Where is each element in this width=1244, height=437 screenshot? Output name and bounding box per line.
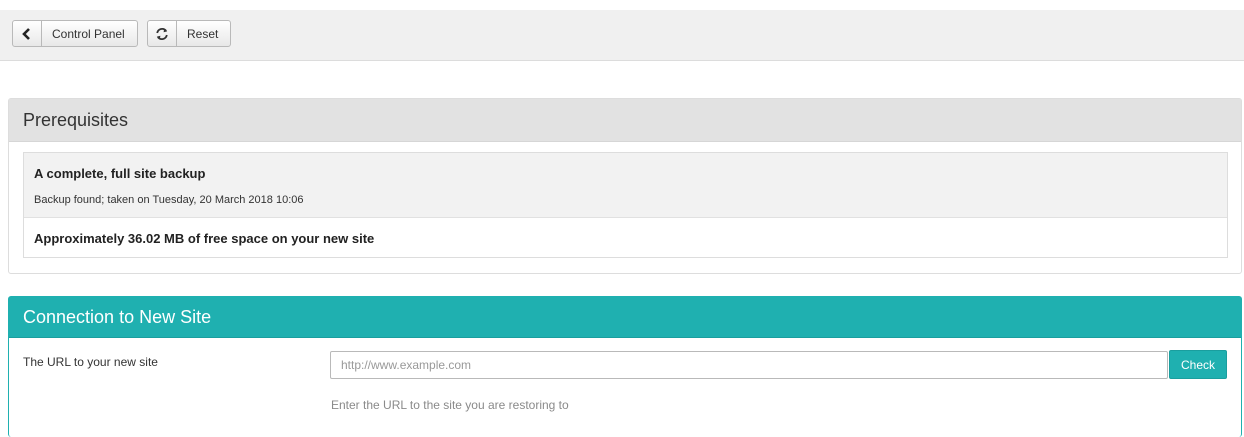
list-item: Approximately 36.02 MB of free space on …: [24, 218, 1227, 257]
backup-heading: A complete, full site backup: [34, 166, 206, 181]
prerequisites-title: Prerequisites: [9, 99, 1241, 142]
list-item: A complete, full site backup Backup foun…: [24, 153, 1227, 218]
free-space-heading: Approximately 36.02 MB of free space on …: [34, 231, 375, 246]
control-panel-button[interactable]: Control Panel: [12, 20, 138, 47]
prerequisites-list: A complete, full site backup Backup foun…: [23, 152, 1228, 258]
control-panel-label: Control Panel: [52, 26, 125, 41]
toolbar: Control Panel Reset: [0, 10, 1244, 61]
check-button[interactable]: Check: [1169, 350, 1227, 379]
chevron-left-icon: [13, 21, 42, 46]
url-help-text: Enter the URL to the site you are restor…: [331, 398, 569, 412]
refresh-icon: [148, 21, 177, 46]
url-input[interactable]: [330, 351, 1168, 379]
connection-panel: Connection to New Site The URL to your n…: [8, 296, 1242, 437]
prerequisites-panel: Prerequisites A complete, full site back…: [8, 98, 1242, 274]
reset-label: Reset: [187, 26, 219, 41]
backup-detail: Backup found; taken on Tuesday, 20 March…: [34, 194, 304, 206]
reset-button[interactable]: Reset: [147, 20, 231, 47]
connection-title: Connection to New Site: [9, 297, 1241, 338]
url-label: The URL to your new site: [23, 355, 158, 369]
